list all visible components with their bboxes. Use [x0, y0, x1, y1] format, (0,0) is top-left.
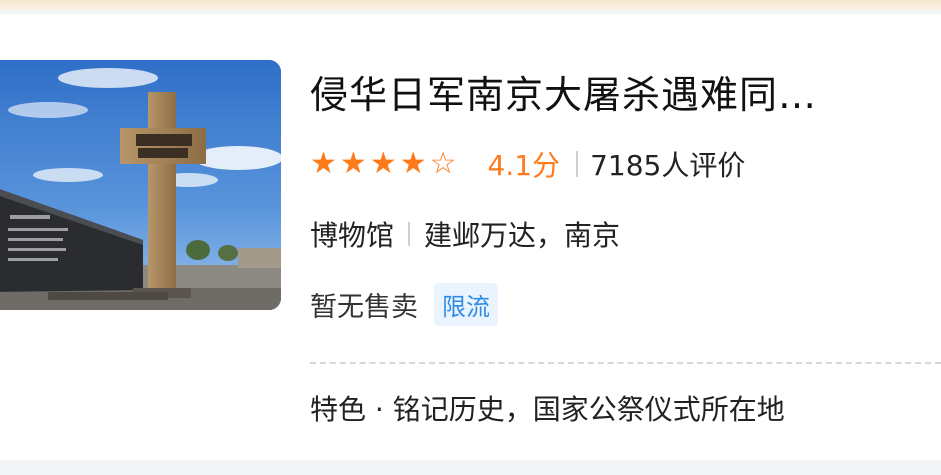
star-filled-icon: ★ [399, 146, 427, 181]
star-filled-icon: ★ [339, 146, 367, 181]
poi-thumbnail[interactable] [0, 60, 281, 310]
category-location-row: 博物馆 建邺万达，南京 [310, 214, 620, 254]
location-label: 建邺万达，南京 [424, 219, 621, 252]
star-rating: ★ ★ ★ ★ ☆ [310, 149, 460, 179]
star-filled-icon: ★ [369, 146, 397, 181]
separator [408, 222, 411, 246]
category-label: 博物馆 [310, 219, 395, 252]
dashed-divider [310, 362, 941, 364]
star-empty-icon: ☆ [429, 146, 457, 181]
top-strip [0, 0, 941, 10]
rating-row: ★ ★ ★ ★ ☆ 4.1分 7185人评价 [310, 144, 745, 184]
limit-tag: 限流 [434, 282, 498, 326]
feature-text: 特色 · 铭记历史，国家公祭仪式所在地 [310, 393, 785, 426]
review-count[interactable]: 7185人评价 [590, 144, 745, 184]
memorial-photo-illustration [0, 60, 281, 310]
sale-status: 暂无售卖 [310, 291, 418, 323]
star-filled-icon: ★ [310, 146, 337, 181]
poi-title[interactable]: 侵华日军南京大屠杀遇难同… [310, 72, 935, 118]
rating-score: 4.1分 [487, 149, 561, 182]
sale-row: 暂无售卖 限流 [310, 282, 498, 326]
poi-card[interactable]: 侵华日军南京大屠杀遇难同… ★ ★ ★ ★ ☆ 4.1分 7185人评价 博物馆… [0, 14, 941, 460]
separator [576, 151, 579, 177]
